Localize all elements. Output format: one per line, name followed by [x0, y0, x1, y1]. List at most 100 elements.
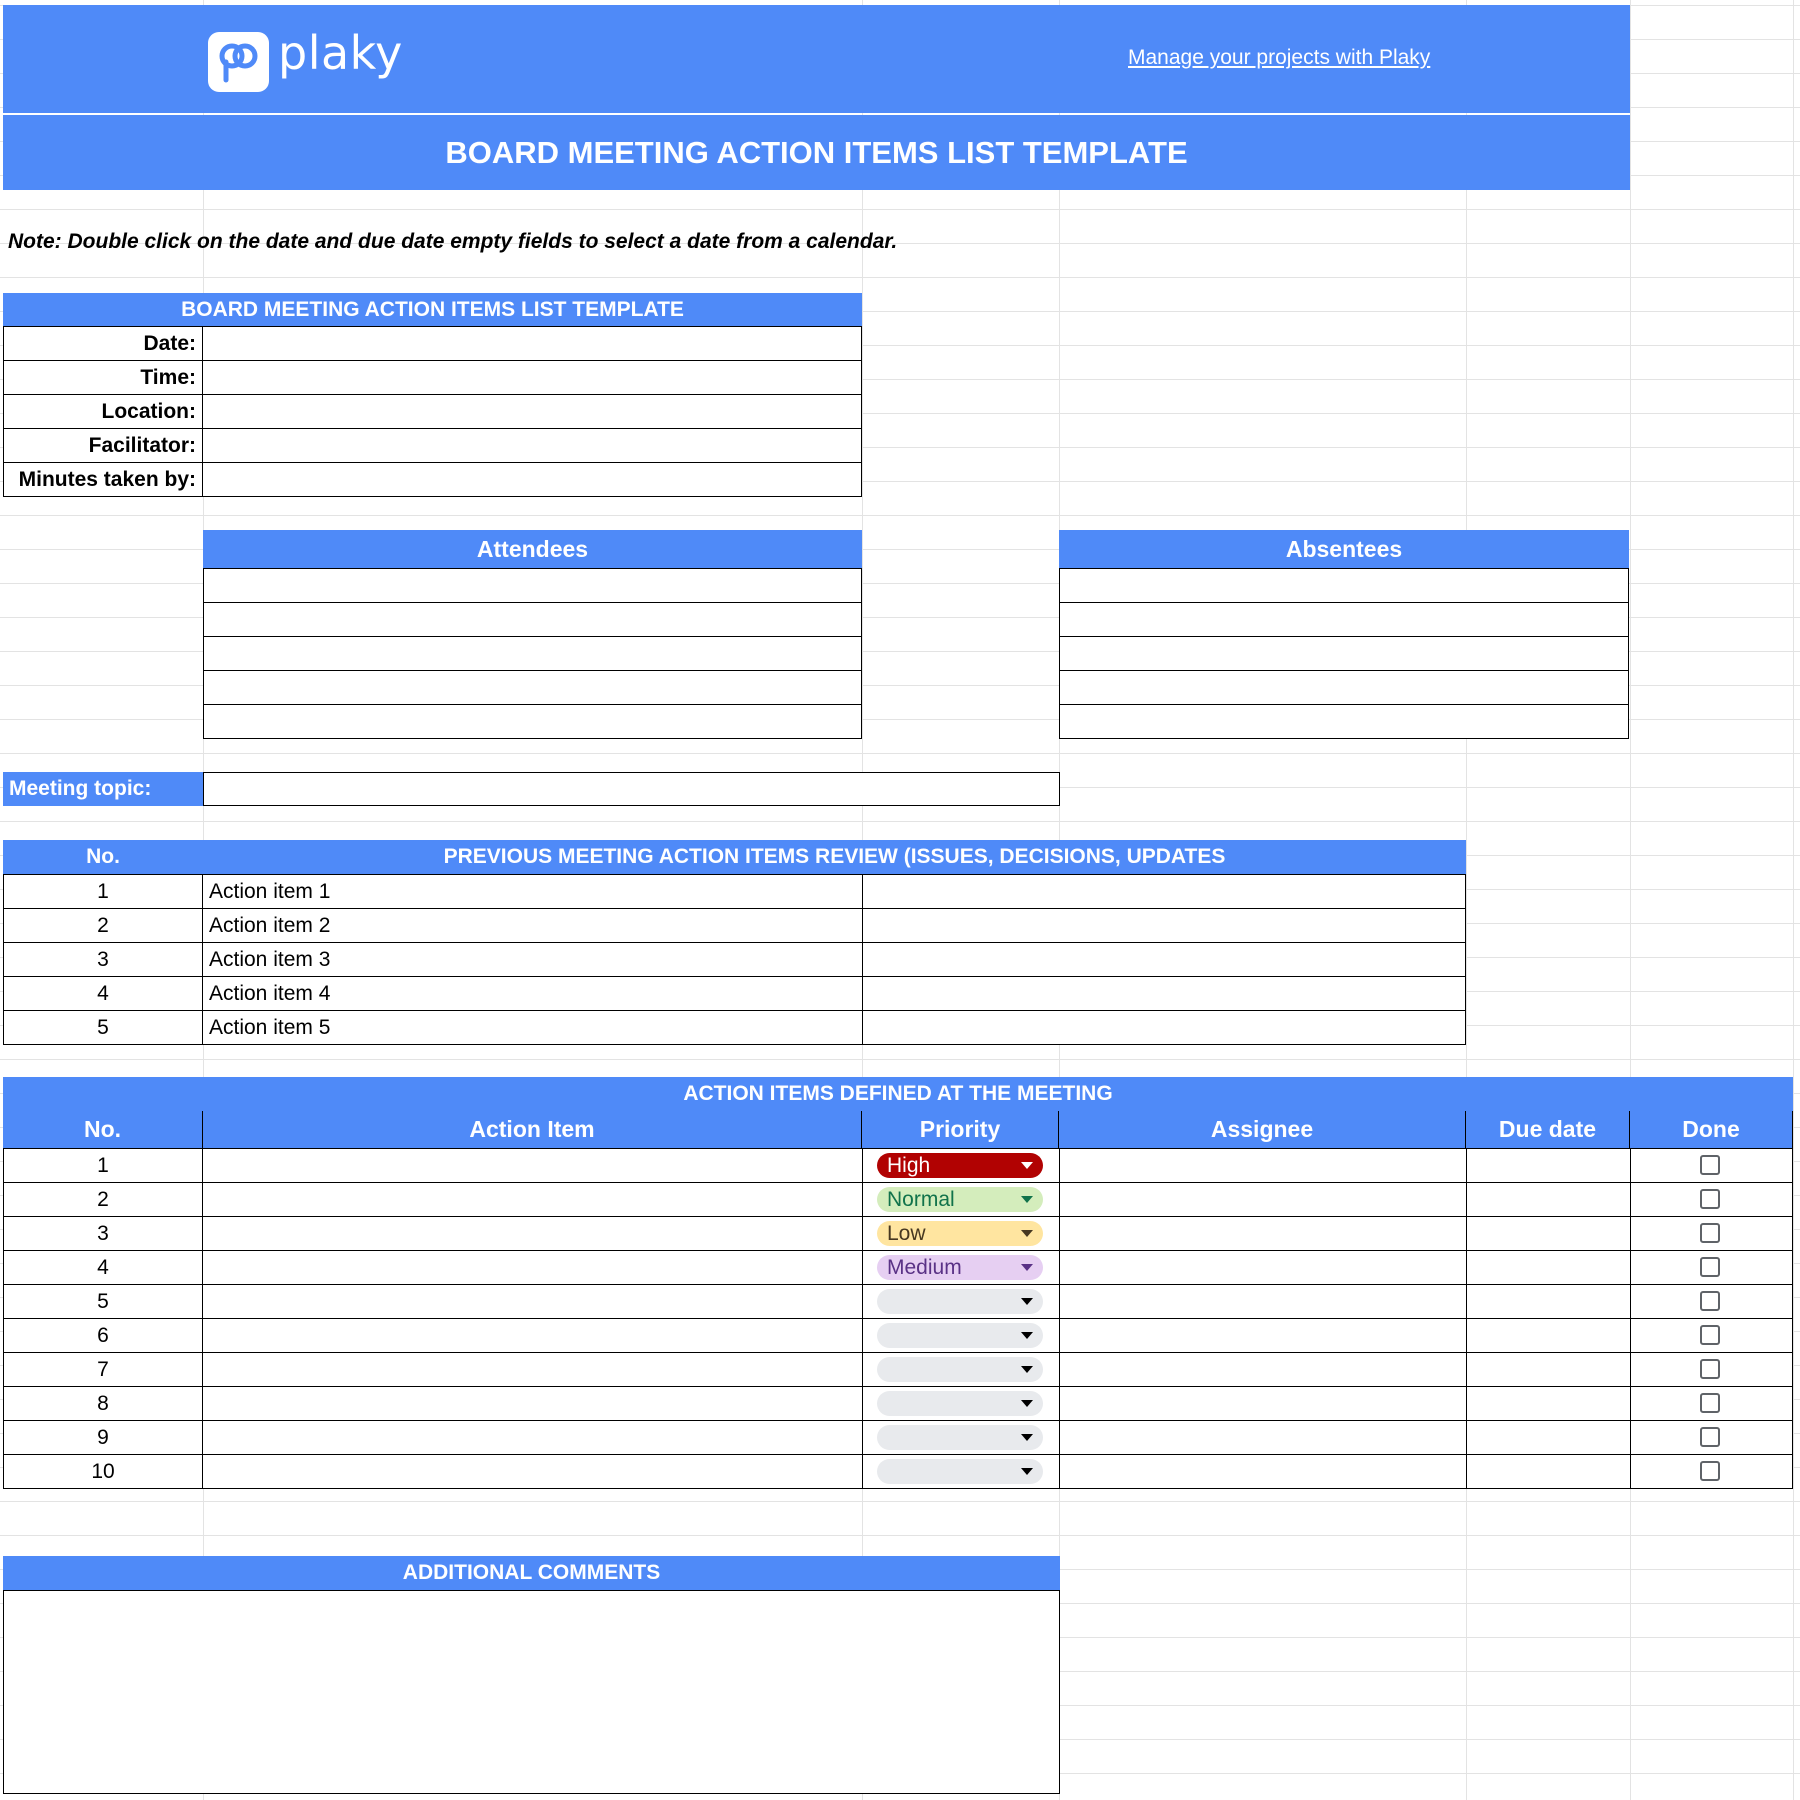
done-checkbox[interactable]	[1700, 1393, 1720, 1413]
priority-dropdown[interactable]	[877, 1391, 1043, 1416]
priority-dropdown[interactable]: Normal	[877, 1187, 1043, 1212]
info-label: Minutes taken by:	[3, 462, 203, 497]
due-date-field[interactable]	[1466, 1216, 1631, 1251]
assignee-field[interactable]	[1059, 1318, 1467, 1353]
due-date-field[interactable]	[1466, 1182, 1631, 1217]
previous-action-item[interactable]: Action item 5	[202, 1010, 863, 1045]
info-value-field[interactable]	[202, 428, 862, 463]
due-date-field[interactable]	[1466, 1148, 1631, 1183]
previous-action-item[interactable]: Action item 2	[202, 908, 863, 943]
attendee-row[interactable]	[203, 704, 862, 739]
assignee-field[interactable]	[1059, 1216, 1467, 1251]
previous-action-item[interactable]: Action item 1	[202, 874, 863, 909]
done-checkbox[interactable]	[1700, 1155, 1720, 1175]
action-row-number: 9	[3, 1420, 203, 1455]
action-row-number: 5	[3, 1284, 203, 1319]
action-item-field[interactable]	[202, 1420, 863, 1455]
priority-dropdown[interactable]: High	[877, 1153, 1043, 1178]
action-item-field[interactable]	[202, 1182, 863, 1217]
assignee-field[interactable]	[1059, 1352, 1467, 1387]
plaky-promo-link[interactable]: Manage your projects with Plaky	[1128, 46, 1430, 70]
priority-dropdown[interactable]	[877, 1357, 1043, 1382]
absentee-row[interactable]	[1059, 636, 1629, 671]
attendee-row[interactable]	[203, 636, 862, 671]
action-item-field[interactable]	[202, 1250, 863, 1285]
previous-details-field[interactable]	[862, 976, 1466, 1011]
done-checkbox[interactable]	[1700, 1427, 1720, 1447]
assignee-field[interactable]	[1059, 1250, 1467, 1285]
due-date-field[interactable]	[1466, 1352, 1631, 1387]
previous-review-header: PREVIOUS MEETING ACTION ITEMS REVIEW (IS…	[203, 840, 1466, 874]
absentee-row[interactable]	[1059, 602, 1629, 637]
action-item-field[interactable]	[202, 1386, 863, 1421]
gridline-vertical	[1793, 0, 1794, 1800]
done-checkbox[interactable]	[1700, 1291, 1720, 1311]
attendee-row[interactable]	[203, 670, 862, 705]
page-title: BOARD MEETING ACTION ITEMS LIST TEMPLATE	[445, 134, 1188, 170]
due-date-field[interactable]	[1466, 1454, 1631, 1489]
done-checkbox[interactable]	[1700, 1461, 1720, 1481]
additional-comments-field[interactable]	[3, 1590, 1060, 1794]
priority-label: Low	[887, 1221, 926, 1245]
due-date-field[interactable]	[1466, 1420, 1631, 1455]
action-item-field[interactable]	[202, 1454, 863, 1489]
done-checkbox[interactable]	[1700, 1359, 1720, 1379]
dropdown-arrow-icon	[1021, 1366, 1033, 1373]
previous-action-item[interactable]: Action item 4	[202, 976, 863, 1011]
info-value-field[interactable]	[202, 326, 862, 361]
gridline-horizontal	[0, 209, 1800, 210]
attendee-row[interactable]	[203, 602, 862, 637]
action-item-field[interactable]	[202, 1284, 863, 1319]
priority-dropdown[interactable]: Low	[877, 1221, 1043, 1246]
previous-row-number: 2	[3, 908, 203, 943]
info-value-field[interactable]	[202, 360, 862, 395]
previous-details-field[interactable]	[862, 942, 1466, 977]
col-no-header: No.	[3, 1111, 203, 1148]
priority-dropdown[interactable]	[877, 1323, 1043, 1348]
due-date-field[interactable]	[1466, 1386, 1631, 1421]
gridline-horizontal	[0, 821, 1800, 822]
due-date-field[interactable]	[1466, 1284, 1631, 1319]
dropdown-arrow-icon	[1021, 1468, 1033, 1475]
priority-dropdown[interactable]: Medium	[877, 1255, 1043, 1280]
done-checkbox[interactable]	[1700, 1223, 1720, 1243]
due-date-field[interactable]	[1466, 1250, 1631, 1285]
due-date-field[interactable]	[1466, 1318, 1631, 1353]
meeting-topic-field[interactable]	[203, 772, 1060, 806]
action-item-field[interactable]	[202, 1352, 863, 1387]
previous-action-item[interactable]: Action item 3	[202, 942, 863, 977]
info-value-field[interactable]	[202, 394, 862, 429]
action-row-number: 7	[3, 1352, 203, 1387]
info-value-field[interactable]	[202, 462, 862, 497]
action-row-number: 10	[3, 1454, 203, 1489]
assignee-field[interactable]	[1059, 1454, 1467, 1489]
done-checkbox[interactable]	[1700, 1257, 1720, 1277]
attendee-row[interactable]	[203, 568, 862, 603]
assignee-field[interactable]	[1059, 1420, 1467, 1455]
plaky-logo-icon	[208, 32, 269, 92]
absentee-row[interactable]	[1059, 670, 1629, 705]
assignee-field[interactable]	[1059, 1284, 1467, 1319]
absentee-row[interactable]	[1059, 704, 1629, 739]
done-checkbox[interactable]	[1700, 1189, 1720, 1209]
col-done-header: Done	[1630, 1111, 1793, 1148]
assignee-field[interactable]	[1059, 1182, 1467, 1217]
action-item-field[interactable]	[202, 1148, 863, 1183]
absentee-row[interactable]	[1059, 568, 1629, 603]
dropdown-arrow-icon	[1021, 1264, 1033, 1271]
info-table-title: BOARD MEETING ACTION ITEMS LIST TEMPLATE	[3, 293, 862, 326]
action-item-field[interactable]	[202, 1318, 863, 1353]
previous-details-field[interactable]	[862, 874, 1466, 909]
assignee-field[interactable]	[1059, 1148, 1467, 1183]
priority-dropdown[interactable]	[877, 1289, 1043, 1314]
assignee-field[interactable]	[1059, 1386, 1467, 1421]
previous-details-field[interactable]	[862, 1010, 1466, 1045]
priority-dropdown[interactable]	[877, 1459, 1043, 1484]
gridline-horizontal	[0, 515, 1800, 516]
previous-details-field[interactable]	[862, 908, 1466, 943]
col-assignee-header: Assignee	[1059, 1111, 1466, 1148]
action-item-field[interactable]	[202, 1216, 863, 1251]
gridline-horizontal	[0, 1501, 1800, 1502]
done-checkbox[interactable]	[1700, 1325, 1720, 1345]
priority-dropdown[interactable]	[877, 1425, 1043, 1450]
